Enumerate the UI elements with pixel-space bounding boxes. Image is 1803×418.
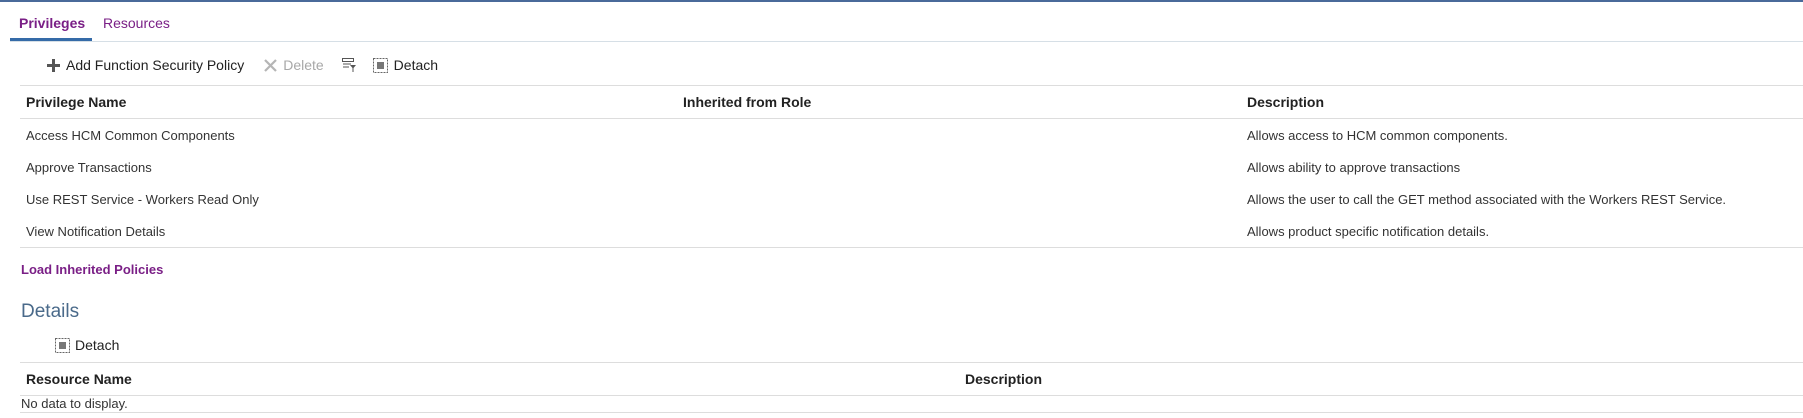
column-header-resource-description[interactable]: Description [965,371,1042,387]
add-function-security-policy-button[interactable]: Add Function Security Policy [45,57,244,73]
details-detach-label: Detach [75,337,120,353]
load-inherited-policies-link[interactable]: Load Inherited Policies [21,262,163,277]
description-cell: Allows product specific notification det… [1247,224,1490,239]
query-by-example-icon [342,57,358,73]
privilege-name-cell: Use REST Service - Workers Read Only [26,192,259,207]
active-tab-indicator [10,38,92,41]
tab-privileges[interactable]: Privileges [19,15,85,31]
delete-button-label: Delete [283,57,324,73]
detach-icon [54,337,70,353]
detach-button[interactable]: Detach [373,57,438,73]
table-row[interactable]: Approve Transactions Allows ability to a… [20,151,1803,183]
privilege-name-cell: View Notification Details [26,224,166,239]
detach-button-label: Detach [393,57,439,73]
empty-table-message: No data to display. [21,396,128,411]
column-header-privilege-name[interactable]: Privilege Name [26,94,126,110]
delete-button[interactable]: Delete [262,57,324,73]
details-toolbar: Detach [54,337,137,353]
details-section-title: Details [21,301,80,322]
privileges-table: Privilege Name Inherited from Role Descr… [20,85,1803,248]
detach-icon [373,57,389,73]
table-row[interactable]: Use REST Service - Workers Read Only All… [20,183,1803,215]
add-button-label: Add Function Security Policy [66,57,245,73]
description-cell: Allows ability to approve transactions [1247,160,1461,175]
table-row[interactable]: Access HCM Common Components Allows acce… [20,119,1803,151]
privilege-name-cell: Access HCM Common Components [26,128,235,143]
column-header-inherited-from-role[interactable]: Inherited from Role [683,94,811,110]
table-row[interactable]: View Notification Details Allows product… [20,215,1803,247]
resources-table: Resource Name Description [20,362,1803,396]
table-bottom-border [20,412,1803,413]
tab-resources[interactable]: Resources [103,15,170,31]
x-icon [262,57,278,73]
privileges-toolbar: Add Function Security Policy Delete Deta… [45,57,456,73]
tab-bar: Privileges Resources [10,4,1803,42]
details-detach-button[interactable]: Detach [54,337,119,353]
description-cell: Allows access to HCM common components. [1247,128,1508,143]
top-border [0,0,1803,2]
description-cell: Allows the user to call the GET method a… [1247,192,1727,207]
query-by-example-button[interactable] [342,57,363,73]
column-header-description[interactable]: Description [1247,94,1324,110]
table-body: Access HCM Common Components Allows acce… [20,119,1803,248]
table-header: Privilege Name Inherited from Role Descr… [20,85,1803,119]
plus-icon [45,57,61,73]
resources-table-header: Resource Name Description [20,362,1803,396]
privilege-name-cell: Approve Transactions [26,160,152,175]
column-header-resource-name[interactable]: Resource Name [26,371,132,387]
